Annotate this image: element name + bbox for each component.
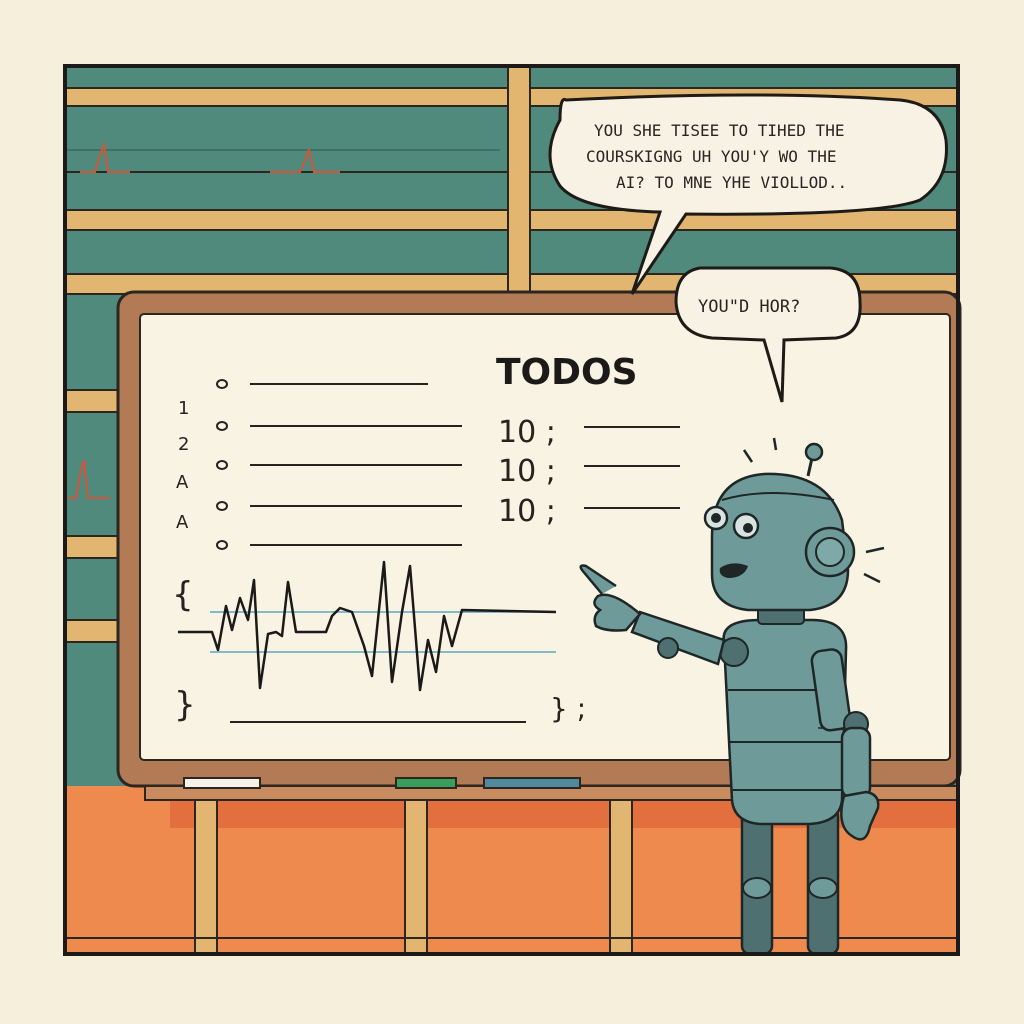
bubble-1-line-2: COURSKIGNG UH YOU'Y WO THE (586, 147, 836, 166)
comic-panel: TODOS 1 2 A A 10 ; 10 ; 10 ; { } } ; YOU… (0, 0, 1024, 1024)
closing-brace-semicolon: } ; (550, 692, 586, 725)
left-number-2: 2 (178, 434, 189, 455)
close-brace: } (174, 685, 196, 725)
left-number-1: 1 (178, 398, 189, 419)
green-marker (395, 777, 457, 789)
bubble-2-text: YOU"D HOR? (698, 297, 800, 317)
bubble-1-line-3: AI? TO MNE YHE VIOLLOD.. (616, 173, 847, 192)
left-number-4: A (176, 512, 189, 533)
blue-marker (483, 777, 581, 789)
count-2: 10 ; (498, 454, 556, 489)
count-3: 10 ; (498, 494, 556, 529)
whiteboard-title: TODOS (496, 352, 638, 393)
bubble-1-line-1: YOU SHE TISEE TO TIHED THE (594, 121, 844, 140)
open-brace: { (172, 575, 194, 615)
eraser (183, 777, 261, 789)
left-number-3: A (176, 472, 189, 493)
count-1: 10 ; (498, 415, 556, 450)
